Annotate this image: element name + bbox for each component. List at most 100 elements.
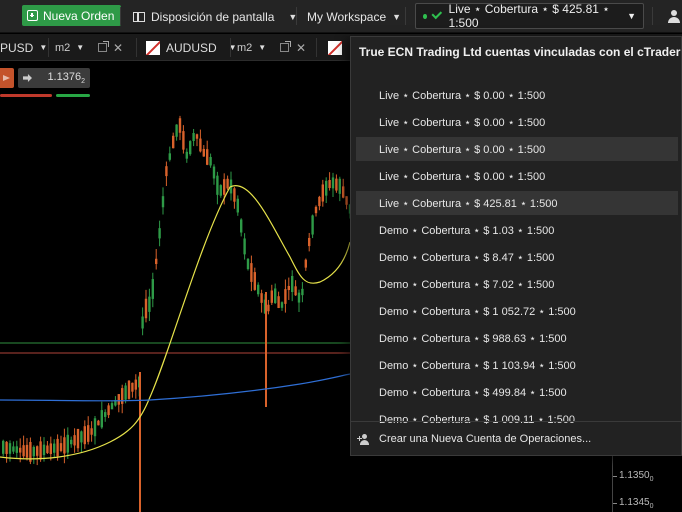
account-item[interactable]: Demo ⋆ Cobertura ⋆ $ 499.84 ⋆ 1:500 <box>356 380 678 404</box>
candle-body <box>270 290 273 303</box>
layout-label: Disposición de pantalla <box>151 9 275 24</box>
candle-body <box>134 379 137 390</box>
account-selector[interactable]: Live ⋆ Cobertura ⋆ $ 425.81 ⋆ 1:500 ▼ <box>415 2 644 30</box>
candle-body <box>70 439 73 445</box>
candle-body <box>233 188 236 202</box>
layout-menu[interactable]: Disposición de pantalla ▼ <box>133 0 297 33</box>
candle-body <box>243 238 246 255</box>
candle-body <box>158 228 161 239</box>
symbol-flag-icon <box>328 40 342 55</box>
candle-body <box>39 441 42 460</box>
close-tab-button[interactable]: ✕ <box>113 34 123 61</box>
candle-body <box>19 447 22 453</box>
popout-icon <box>98 41 109 52</box>
chart-tab[interactable] <box>328 34 342 61</box>
workspace-menu[interactable]: My Workspace ▼ <box>307 0 401 33</box>
buy-price-pip: 2 <box>81 78 85 86</box>
candle-body <box>110 403 114 410</box>
account-item[interactable]: Demo ⋆ Cobertura ⋆ $ 8.47 ⋆ 1:500 <box>356 245 678 269</box>
account-item[interactable]: Live ⋆ Cobertura ⋆ $ 0.00 ⋆ 1:500 <box>356 137 678 161</box>
account-item[interactable]: Demo ⋆ Cobertura ⋆ $ 1.03 ⋆ 1:500 <box>356 218 678 242</box>
candle-body <box>155 258 158 264</box>
candle-body <box>2 440 5 454</box>
candle-body <box>216 175 219 195</box>
candle-body <box>36 446 39 456</box>
caret-down-icon[interactable]: ▼ <box>39 43 47 52</box>
account-item[interactable]: Demo ⋆ Cobertura ⋆ $ 7.02 ⋆ 1:500 <box>356 272 678 296</box>
candle-body <box>12 446 15 452</box>
tab-divider <box>230 38 231 57</box>
candle-body <box>93 418 97 437</box>
account-item[interactable]: Live ⋆ Cobertura ⋆ $ 0.00 ⋆ 1:500 <box>356 83 678 107</box>
candle-body <box>314 206 318 214</box>
create-account-button[interactable]: Crear una Nueva Cuenta de Operaciones... <box>357 429 591 449</box>
candle-body <box>338 178 341 194</box>
candle-body <box>250 263 253 282</box>
account-item[interactable]: Live ⋆ Cobertura ⋆ $ 0.00 ⋆ 1:500 <box>356 164 678 188</box>
timeframe-selector[interactable]: m2 ▼ <box>237 34 266 61</box>
account-item[interactable]: Demo ⋆ Cobertura ⋆ $ 1 052.72 ⋆ 1:500 <box>356 299 678 323</box>
tab-symbol: PUSD <box>0 40 34 55</box>
buy-price: 1.1376 <box>47 70 82 83</box>
add-user-icon <box>357 433 371 445</box>
candle-body <box>195 134 199 139</box>
sell-button[interactable] <box>0 68 14 88</box>
symbol-flag-icon <box>146 40 160 55</box>
caret-down-icon: ▼ <box>392 11 402 22</box>
account-item[interactable]: Demo ⋆ Cobertura ⋆ $ 988.63 ⋆ 1:500 <box>356 326 678 350</box>
buy-volume-bar <box>56 94 90 97</box>
candle-body <box>274 288 277 304</box>
candle-body <box>22 445 25 457</box>
account-item[interactable]: Live ⋆ Cobertura ⋆ $ 425.81 ⋆ 1:500 <box>356 191 678 215</box>
candle-body <box>121 388 124 404</box>
arrow-right-icon <box>23 74 32 82</box>
candle-body <box>49 443 52 455</box>
detach-button[interactable] <box>98 34 109 61</box>
candle-body <box>223 179 226 195</box>
detach-button[interactable] <box>280 34 291 61</box>
candle-body <box>257 284 260 295</box>
check-icon <box>431 8 443 20</box>
candle-body <box>107 405 110 416</box>
candle-body <box>335 178 338 191</box>
axis-price-label: 1.13450 <box>619 497 654 510</box>
candle-body <box>318 196 321 207</box>
account-item[interactable]: Live ⋆ Cobertura ⋆ $ 0.00 ⋆ 1:500 <box>356 110 678 134</box>
axis-price-label: 1.13500 <box>619 470 654 483</box>
timeframe-label: m2 <box>55 41 71 54</box>
buy-button[interactable]: 1.13762 <box>18 68 90 88</box>
candle-body <box>83 426 86 445</box>
candle-body <box>321 184 324 202</box>
chart-tab[interactable]: PUSD ▼ <box>0 34 47 61</box>
new-order-button[interactable]: Nueva Orden <box>22 5 122 26</box>
toolbar-divider <box>652 7 653 25</box>
candle-body <box>267 304 270 312</box>
app-window: Nueva Orden Disposición de pantalla ▼ My… <box>0 0 682 512</box>
caret-down-icon: ▼ <box>76 43 85 52</box>
close-icon: ✕ <box>296 40 307 55</box>
candle-body <box>253 272 256 290</box>
chart-tab[interactable]: AUDUSD ▼ <box>146 34 237 61</box>
account-item[interactable]: Demo ⋆ Cobertura ⋆ $ 1 009.11 ⋆ 1:500 <box>356 407 678 431</box>
close-tab-button[interactable]: ✕ <box>296 34 306 61</box>
workspace-label: My Workspace <box>307 9 387 24</box>
account-item[interactable]: Demo ⋆ Cobertura ⋆ $ 1 103.94 ⋆ 1:500 <box>356 353 678 377</box>
candle-body <box>202 148 205 157</box>
candle-body <box>42 444 46 456</box>
dropdown-header: True ECN Trading Ltd cuentas vinculadas … <box>359 45 682 59</box>
user-icon[interactable] <box>668 10 680 23</box>
candle-body <box>185 151 188 159</box>
candle-body <box>25 444 29 458</box>
candle-body <box>240 219 243 233</box>
timeframe-label: m2 <box>237 41 253 54</box>
candle-body <box>260 293 263 303</box>
candle-body <box>178 118 182 133</box>
tab-divider <box>136 38 137 57</box>
timeframe-selector[interactable]: m2 ▼ <box>55 34 84 61</box>
candle-body <box>76 428 80 449</box>
candle-body <box>226 178 229 189</box>
moving-average-line <box>0 373 351 402</box>
account-label: Live ⋆ Cobertura ⋆ $ 425.81 ⋆ 1:500 <box>448 2 610 30</box>
candle-body <box>127 380 131 399</box>
candle-body <box>97 420 100 426</box>
